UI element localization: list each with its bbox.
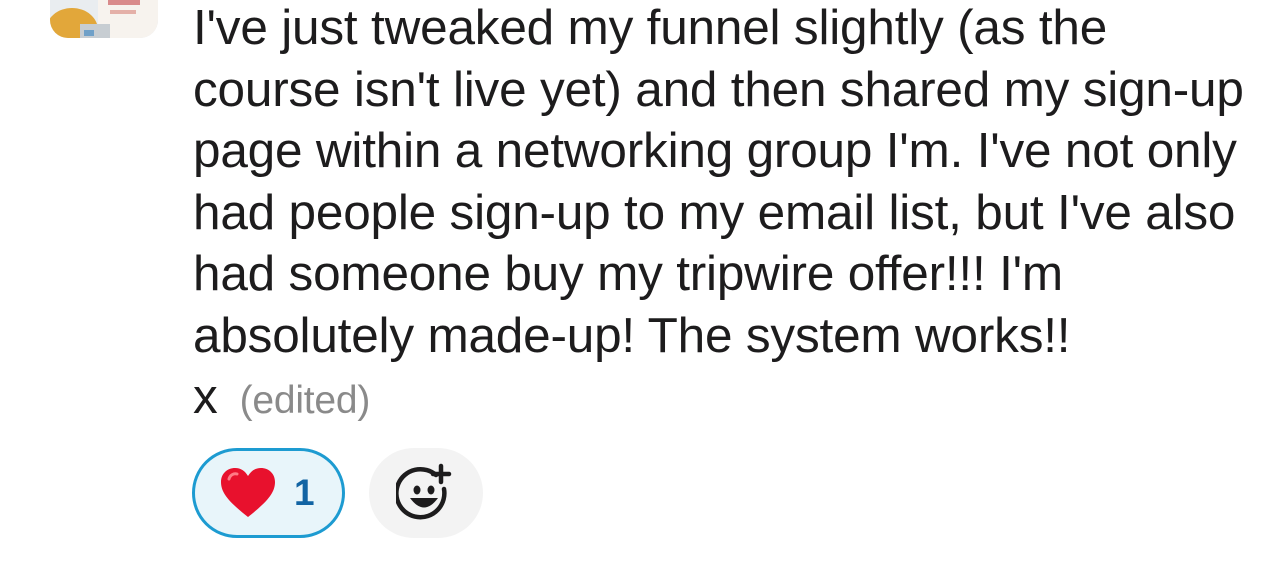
message-body: I've just tweaked my funnel slightly (as… — [193, 0, 1253, 432]
reaction-bar: 1 — [192, 448, 483, 538]
reaction-heart-button[interactable]: 1 — [192, 448, 345, 538]
message-text: I've just tweaked my funnel slightly (as… — [193, 0, 1244, 424]
avatar-image — [50, 0, 158, 38]
add-reaction-button[interactable] — [369, 448, 483, 538]
add-emoji-icon — [396, 463, 452, 520]
avatar[interactable] — [50, 0, 158, 38]
edited-label: (edited) — [239, 379, 371, 422]
heart-icon — [219, 467, 277, 519]
reaction-count: 1 — [294, 472, 315, 513]
